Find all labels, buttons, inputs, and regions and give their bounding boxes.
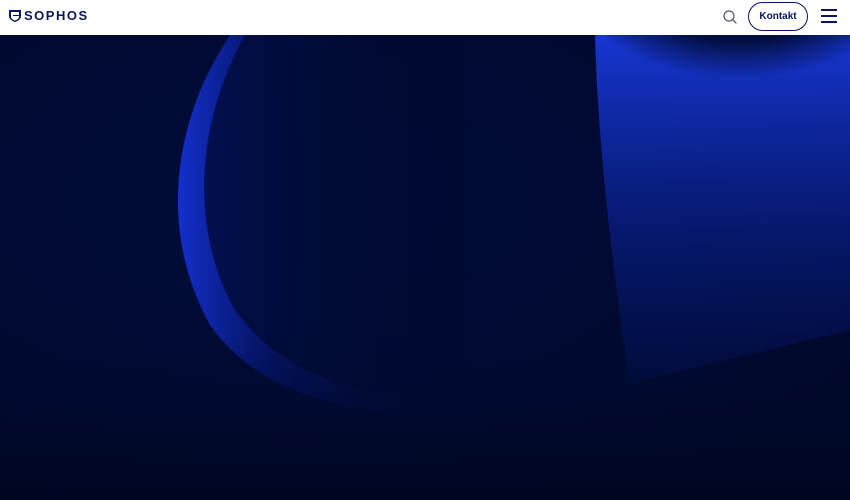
hero-background-graphic <box>0 35 850 500</box>
logo-wordmark: SOPHOS <box>24 8 89 23</box>
hamburger-menu-icon[interactable] <box>821 9 837 23</box>
hero-banner <box>0 35 850 500</box>
sophos-logo[interactable]: SOPHOS <box>9 9 89 23</box>
shield-icon <box>9 10 21 22</box>
site-header: SOPHOS Kontakt <box>0 0 850 35</box>
contact-button[interactable]: Kontakt <box>748 2 808 31</box>
search-icon[interactable] <box>722 9 738 25</box>
